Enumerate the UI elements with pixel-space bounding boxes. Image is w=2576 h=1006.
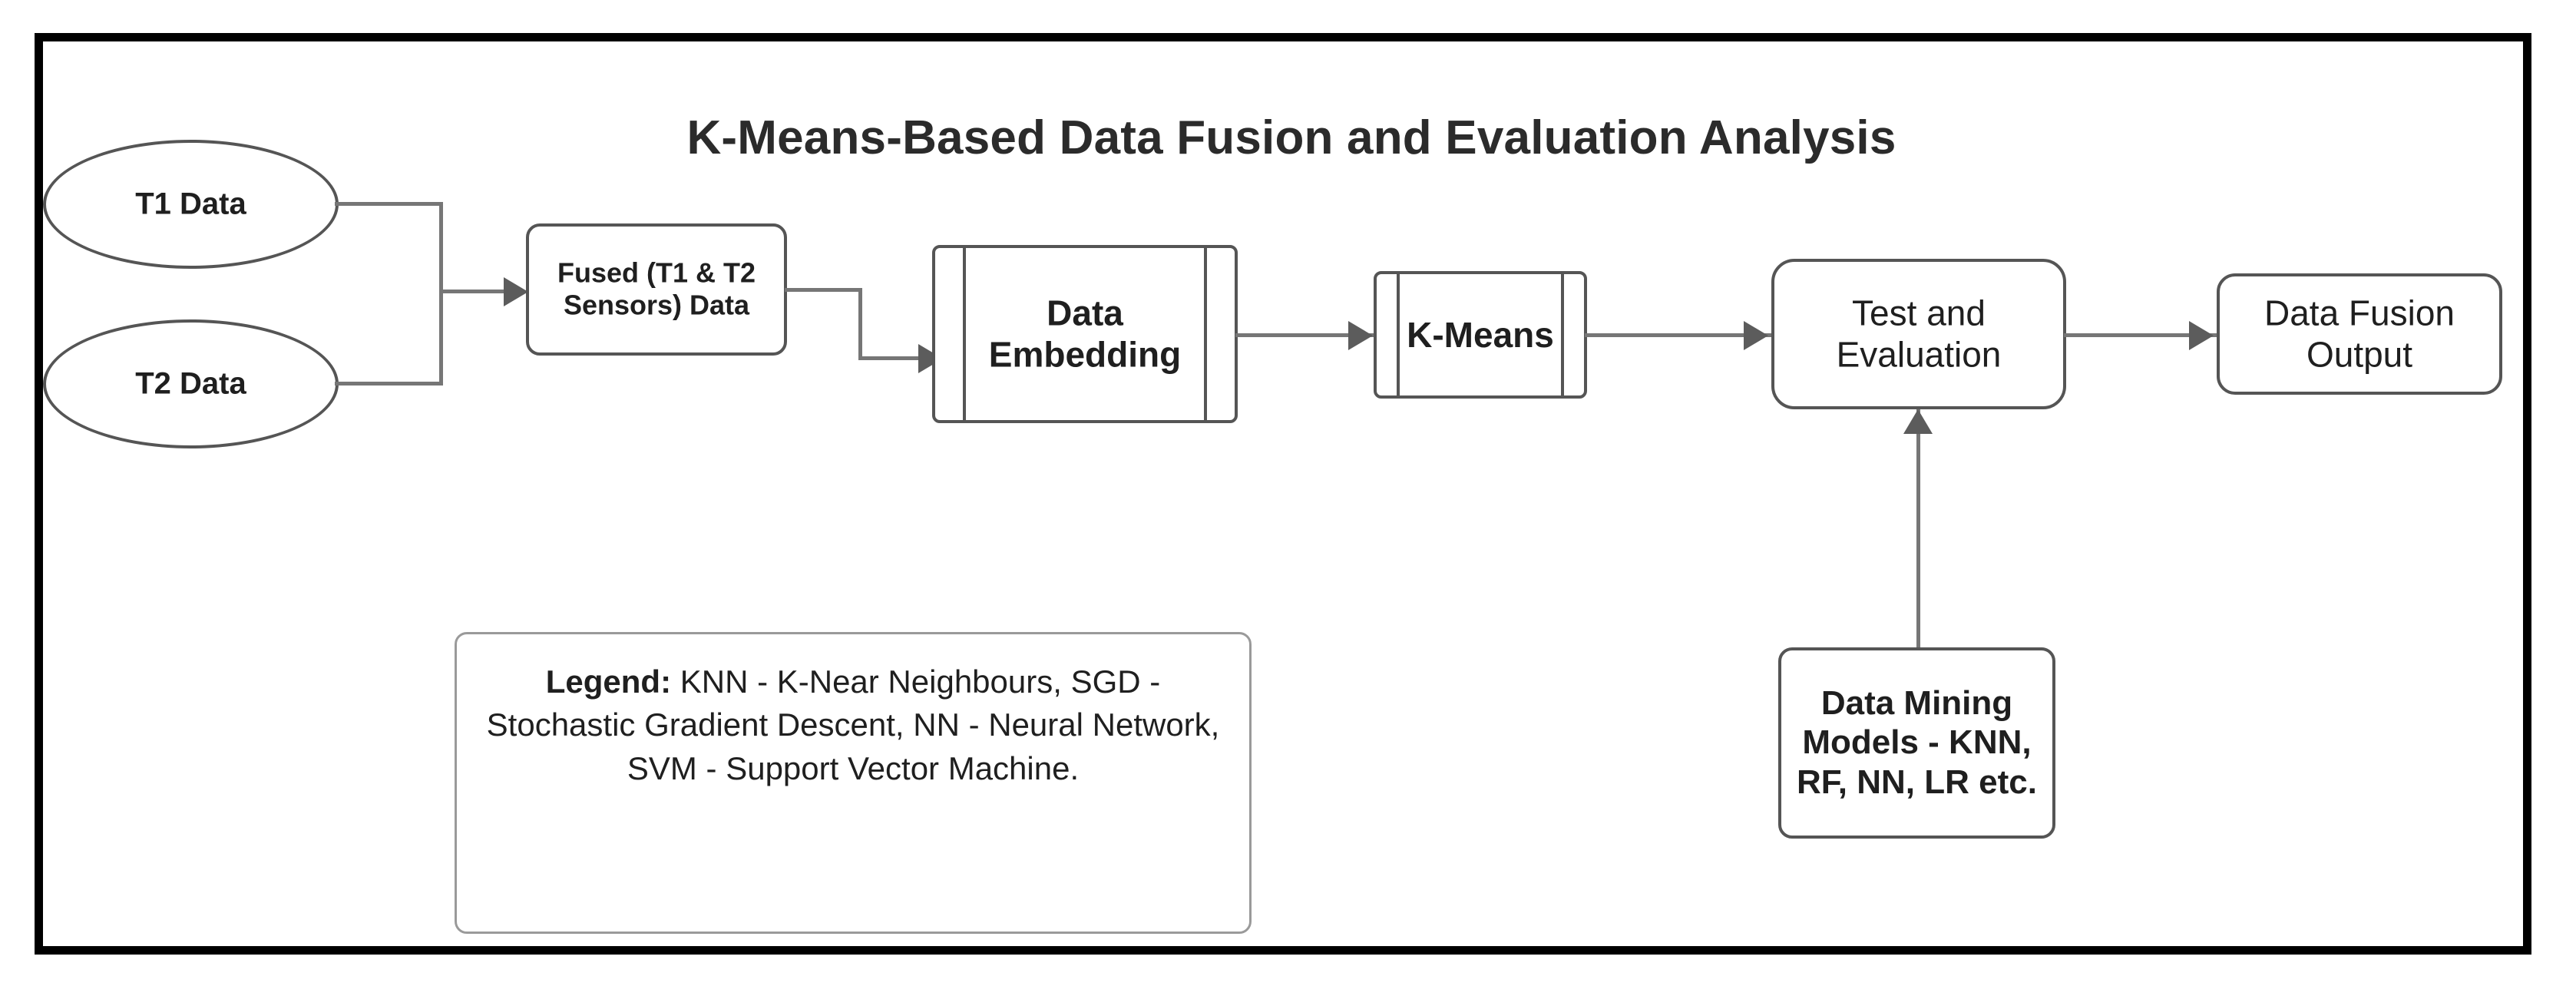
legend-label: Legend:: [545, 663, 672, 700]
node-fused-data-line2: Sensors) Data: [563, 290, 750, 321]
node-test-and-evaluation-line2: Evaluation: [1836, 335, 2002, 375]
node-data-embedding-line1: Data: [1047, 293, 1123, 333]
diagram-title: K-Means-Based Data Fusion and Evaluation…: [686, 111, 1896, 164]
node-fused-data-label: Fused (T1 & T2 Sensors) Data: [529, 257, 784, 323]
diagram-frame: K-Means-Based Data Fusion and Evaluation…: [35, 33, 2531, 955]
node-data-mining-models-line3: RF, NN, LR etc.: [1797, 763, 2037, 802]
node-fused-data-line1: Fused (T1 & T2: [557, 256, 756, 289]
arrowhead-to-fused: [504, 277, 528, 306]
node-test-and-evaluation-label: Test and Evaluation: [1774, 293, 2063, 376]
node-test-and-evaluation-line1: Test and: [1852, 293, 1986, 333]
legend-text: Legend: KNN - K-Near Neighbours, SGD - S…: [478, 660, 1228, 790]
node-data-mining-models-label: Data Mining Models - KNN, RF, NN, LR etc…: [1781, 683, 2052, 803]
node-t1-data[interactable]: T1 Data: [43, 140, 339, 269]
node-kmeans-label: K-Means: [1407, 314, 1554, 355]
node-test-and-evaluation[interactable]: Test and Evaluation: [1771, 259, 2066, 409]
connector-fused-step-vertical: [858, 288, 862, 359]
node-t2-data-label: T2 Data: [135, 366, 246, 401]
node-data-mining-models-line1: Data Mining: [1820, 683, 2013, 722]
connector-t2-horizontal: [335, 382, 442, 386]
connector-datamining-to-testeval: [1916, 409, 1920, 651]
node-data-fusion-output-label: Data Fusion Output: [2220, 293, 2499, 376]
connector-fused-out: [785, 288, 861, 292]
node-data-embedding[interactable]: Data Embedding: [932, 245, 1238, 423]
node-t1-data-label: T1 Data: [135, 187, 246, 221]
diagram-canvas: K-Means-Based Data Fusion and Evaluation…: [0, 0, 2576, 1006]
node-data-mining-models-line2: Models - KNN,: [1802, 723, 2032, 762]
connector-merge-vertical: [439, 202, 443, 386]
node-data-embedding-line2: Embedding: [988, 335, 1182, 375]
node-data-fusion-output[interactable]: Data Fusion Output: [2217, 273, 2502, 395]
node-fused-data[interactable]: Fused (T1 & T2 Sensors) Data: [526, 223, 787, 356]
node-data-mining-models[interactable]: Data Mining Models - KNN, RF, NN, LR etc…: [1778, 647, 2055, 839]
node-data-embedding-label: Data Embedding: [935, 293, 1235, 376]
node-t2-data[interactable]: T2 Data: [43, 319, 339, 448]
arrowhead-to-testeval-up: [1903, 409, 1933, 434]
node-kmeans[interactable]: K-Means: [1374, 271, 1587, 399]
node-data-fusion-output-line2: Output: [2306, 335, 2413, 375]
arrowhead-to-output: [2189, 321, 2214, 350]
arrowhead-to-kmeans: [1348, 321, 1373, 350]
arrowhead-to-testeval: [1744, 321, 1768, 350]
legend-box: Legend: KNN - K-Near Neighbours, SGD - S…: [455, 632, 1252, 934]
node-data-fusion-output-line1: Data Fusion: [2264, 293, 2455, 333]
connector-t1-horizontal: [335, 202, 442, 206]
